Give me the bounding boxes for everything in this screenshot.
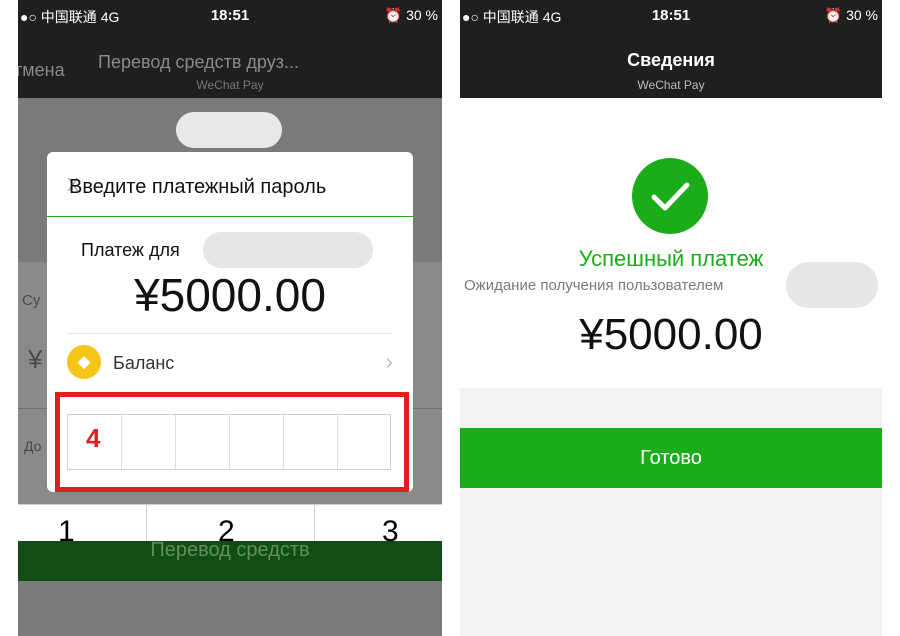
nav-bar: тмена Перевод средств друз... WeChat Pay [18, 30, 442, 98]
recipient-avatar-blurred [176, 112, 282, 148]
clock: 18:51 [210, 7, 250, 24]
footer-area [460, 388, 882, 636]
dialog-title: Введите платежный пароль [69, 176, 327, 198]
checkmark-icon [632, 158, 708, 234]
waiting-message: Ожидание получения пользователем [464, 277, 724, 294]
page-title: Перевод средств друз... [98, 52, 299, 72]
payment-method-label[interactable]: Баланс [113, 353, 174, 374]
bg-amount-fragment: ¥ [28, 344, 43, 374]
step-number: 4 [86, 423, 101, 453]
page-subtitle: WeChat Pay [196, 78, 264, 92]
dialog-title-divider [47, 216, 413, 217]
payment-amount: ¥5000.00 [579, 310, 763, 359]
right-phone-screen: ●○ 中国联通 4G 18:51 ⏰ 30 % Сведения WeChat … [460, 0, 882, 636]
battery-indicator: ⏰ 30 % [384, 7, 438, 23]
highlight-box [55, 392, 409, 492]
recipient-name-blurred [786, 262, 878, 308]
page-subtitle: WeChat Pay [637, 78, 705, 92]
chevron-right-icon[interactable]: › [386, 349, 393, 375]
key-divider [314, 505, 315, 541]
status-bar: ●○ 中国联通 4G 18:51 ⏰ 30 % [460, 0, 882, 30]
numeric-keypad: 1 2 3 [18, 504, 442, 548]
nav-bar: Сведения WeChat Pay [460, 30, 882, 98]
payee-name-blurred [203, 232, 373, 268]
key-divider [146, 505, 147, 541]
done-button[interactable]: Готово [460, 428, 882, 488]
clock: 18:51 [651, 7, 691, 24]
divider [67, 333, 393, 334]
bg-note-fragment: До [24, 438, 42, 454]
left-phone-screen: Су ¥ До Перевод средств ●○ 中国联通 4G 18:51… [18, 0, 442, 636]
payment-amount: ¥5000.00 [134, 269, 326, 321]
key-3[interactable]: 3 [382, 515, 399, 549]
gem-coin-icon: ◆ [67, 345, 101, 379]
battery-indicator: ⏰ 30 % [824, 7, 878, 23]
status-bar: ●○ 中国联通 4G 18:51 ⏰ 30 % [18, 0, 442, 30]
payee-label: Платеж для [81, 240, 180, 260]
key-1[interactable]: 1 [58, 515, 75, 549]
page-title: Сведения [627, 50, 715, 70]
key-2[interactable]: 2 [218, 515, 235, 549]
bg-label-fragment: Су [22, 292, 41, 309]
